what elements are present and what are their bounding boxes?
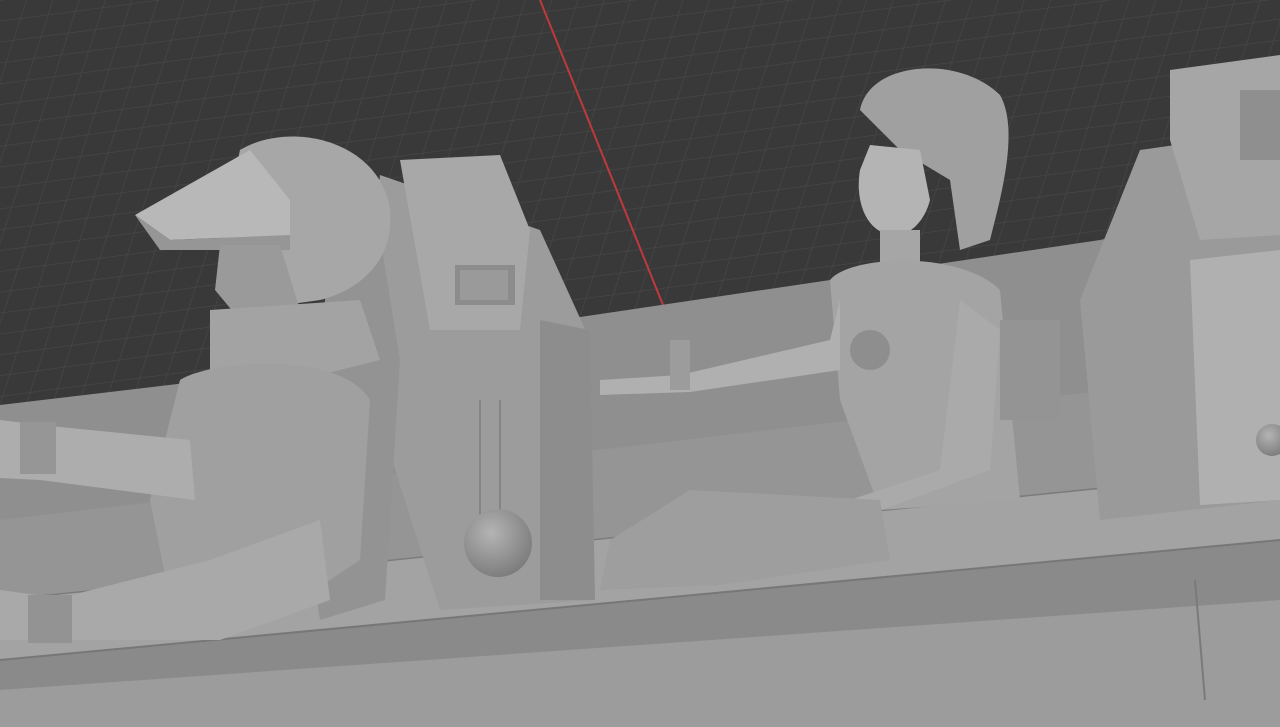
3d-viewport[interactable] — [0, 0, 1280, 727]
headrest-knob — [464, 509, 532, 577]
